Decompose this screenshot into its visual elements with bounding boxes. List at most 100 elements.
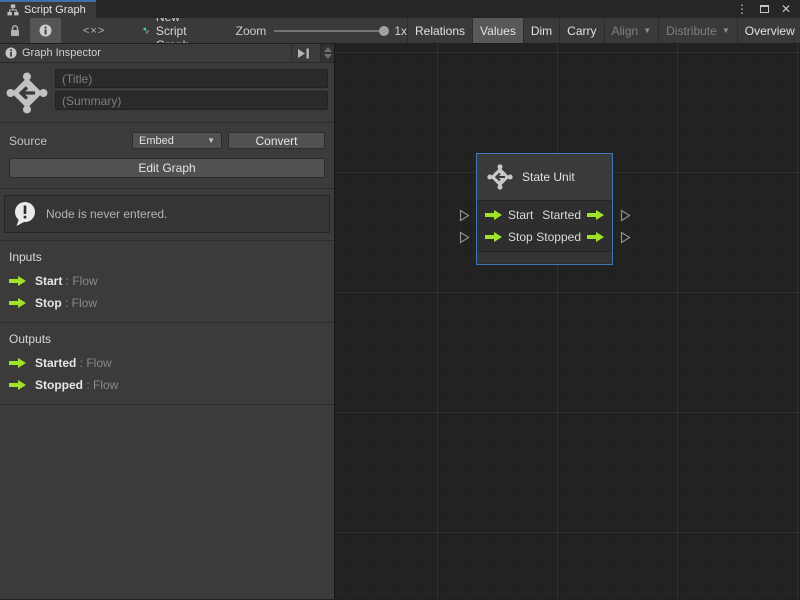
window-controls: ⋮ ✕: [736, 0, 800, 18]
distribute-label: Distribute: [666, 24, 717, 38]
zoom-control: Zoom 1x: [236, 18, 407, 43]
graph-title-field[interactable]: [55, 69, 328, 88]
warning-icon: [13, 201, 37, 227]
overview-label: Overview: [745, 24, 795, 38]
external-output-port-icon[interactable]: [620, 209, 631, 222]
flow-arrow-icon: [9, 298, 26, 308]
flow-arrow-icon: [9, 380, 26, 390]
values-button[interactable]: Values: [472, 18, 523, 43]
warning-box: Node is never entered.: [4, 195, 330, 233]
close-icon[interactable]: ✕: [781, 3, 791, 15]
hierarchy-icon: [7, 4, 19, 16]
inspector-empty-area: [0, 405, 334, 599]
carry-button[interactable]: Carry: [559, 18, 603, 43]
graph-asset-button[interactable]: New Script Graph: [133, 18, 207, 43]
source-dropdown[interactable]: Embed ▼: [132, 132, 222, 149]
chevron-down-icon: ▼: [643, 26, 651, 35]
output-port-arrow-icon[interactable]: [587, 210, 604, 220]
zoom-label: Zoom: [236, 24, 267, 38]
port-name: Stopped: [35, 378, 83, 392]
graph-canvas[interactable]: State Unit Start Started: [335, 44, 800, 599]
input-port-label: Start: [508, 208, 533, 222]
overview-button[interactable]: Overview: [737, 18, 800, 43]
node-title: State Unit: [522, 170, 575, 184]
port-name: Stop: [35, 296, 62, 310]
maximize-icon[interactable]: [760, 5, 769, 13]
relations-button[interactable]: Relations: [407, 18, 472, 43]
source-section: Source Embed ▼ Convert Edit Graph: [0, 123, 334, 189]
relations-label: Relations: [415, 24, 465, 38]
port-row: Start : Flow: [9, 274, 325, 288]
graph-asset-name: New Script Graph: [156, 18, 198, 44]
output-port-label: Started: [542, 208, 581, 222]
scroll-up-icon[interactable]: [324, 47, 332, 52]
dim-button[interactable]: Dim: [523, 18, 559, 43]
inputs-title: Inputs: [9, 250, 325, 264]
source-label: Source: [9, 134, 47, 148]
values-label: Values: [480, 24, 516, 38]
port-type: : Flow: [62, 274, 97, 288]
node-header[interactable]: State Unit: [477, 154, 612, 201]
node-footer: [477, 251, 612, 263]
inspector-title: Graph Inspector: [22, 47, 101, 59]
info-icon: [39, 24, 52, 37]
script-graph-window: Script Graph ⋮ ✕ <×>: [0, 0, 800, 600]
convert-button[interactable]: Convert: [228, 132, 325, 149]
graph-summary-field[interactable]: [55, 91, 328, 110]
inspector-header: Graph Inspector: [0, 44, 334, 63]
node-port-row: Start Started: [477, 204, 612, 226]
dock-panel-button[interactable]: [291, 44, 315, 62]
titlebar: Script Graph ⋮ ✕: [0, 0, 800, 18]
port-name: Start: [35, 274, 62, 288]
dock-icon: [297, 48, 310, 59]
output-port-arrow-icon[interactable]: [587, 232, 604, 242]
zoom-slider-thumb[interactable]: [379, 26, 389, 36]
chevron-down-icon: ▼: [207, 136, 215, 145]
source-dropdown-value: Embed: [139, 135, 174, 147]
flow-arrow-icon: [9, 276, 26, 286]
zoom-slider[interactable]: [274, 30, 386, 32]
port-type: : Flow: [62, 296, 97, 310]
script-graph-asset-icon: [143, 23, 150, 38]
toolbar: <×> New Script Graph Zoom 1x Relations V…: [0, 18, 800, 44]
convert-label: Convert: [255, 134, 297, 148]
scroll-down-icon[interactable]: [324, 54, 332, 59]
distribute-button[interactable]: Distribute ▼: [658, 18, 737, 43]
outputs-section: Outputs Started : Flow Stopped : Flow: [0, 323, 334, 405]
external-input-port-icon[interactable]: [459, 209, 470, 222]
code-view-button[interactable]: <×>: [61, 18, 127, 43]
panel-scroll-arrows[interactable]: [320, 44, 334, 62]
inputs-section: Inputs Start : Flow Stop : Flow: [0, 241, 334, 323]
inspector-toggle-button[interactable]: [30, 18, 61, 43]
external-input-port-icon[interactable]: [459, 231, 470, 244]
port-name: Started: [35, 356, 76, 370]
code-icon: <×>: [83, 25, 105, 37]
port-type: : Flow: [83, 378, 118, 392]
warning-section: Node is never entered.: [0, 189, 334, 241]
tab-script-graph[interactable]: Script Graph: [0, 0, 96, 18]
external-output-port-icon[interactable]: [620, 231, 631, 244]
edit-graph-button[interactable]: Edit Graph: [9, 158, 325, 178]
lock-icon: [9, 24, 21, 37]
graph-inspector-panel: Graph Inspector: [0, 44, 335, 599]
graph-meta-section: [0, 63, 334, 123]
info-icon: [5, 47, 17, 59]
input-port-arrow-icon[interactable]: [485, 210, 502, 220]
output-port-label: Stopped: [536, 230, 581, 244]
menu-icon[interactable]: ⋮: [736, 3, 748, 15]
zoom-value: 1x: [394, 24, 407, 38]
outputs-title: Outputs: [9, 332, 325, 346]
dim-label: Dim: [531, 24, 552, 38]
flow-arrow-icon: [9, 358, 26, 368]
port-row: Stop : Flow: [9, 296, 325, 310]
state-unit-node[interactable]: State Unit Start Started: [476, 153, 613, 265]
align-label: Align: [612, 24, 639, 38]
input-port-arrow-icon[interactable]: [485, 232, 502, 242]
lock-button[interactable]: [0, 18, 30, 43]
port-type: : Flow: [76, 356, 111, 370]
tab-title: Script Graph: [24, 4, 86, 16]
input-port-label: Stop: [508, 230, 533, 244]
align-button[interactable]: Align ▼: [604, 18, 659, 43]
view-toolbar-group: Relations Values Dim Carry Align ▼ Distr…: [407, 18, 800, 43]
warning-text: Node is never entered.: [46, 207, 167, 221]
